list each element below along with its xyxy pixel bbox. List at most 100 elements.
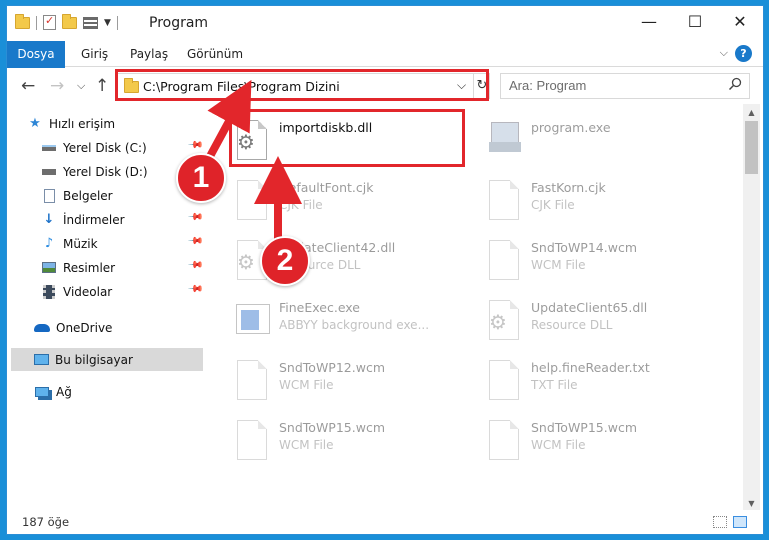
sidebar-item-quick-access[interactable]: ★ Hızlı erişim (27, 112, 203, 135)
maximize-button[interactable]: ☐ (672, 6, 718, 36)
file-item-updateclient65[interactable]: ⚙ UpdateClient65.dll Resource DLL (463, 292, 703, 348)
search-input[interactable] (509, 78, 719, 93)
separator (36, 15, 37, 30)
large-icons-view-icon[interactable] (733, 516, 747, 528)
file-name: DefaultFont.cjk (279, 180, 374, 195)
search-box[interactable] (500, 73, 750, 99)
folder-icon[interactable] (15, 13, 30, 29)
pictures-icon (41, 260, 57, 276)
sidebar-item-label: Bu bilgisayar (55, 352, 133, 367)
file-icon (233, 358, 271, 402)
file-icon (233, 418, 271, 462)
file-name: UpdateClient65.dll (531, 300, 648, 315)
file-item-sndtowp14[interactable]: SndToWP14.wcm WCM File (463, 232, 703, 288)
sidebar-item-downloads[interactable]: ↓ İndirmeler 📌 (41, 208, 204, 231)
sidebar-item-pictures[interactable]: Resimler 📌 (41, 256, 203, 279)
sidebar-item-network[interactable]: Ağ (34, 380, 203, 403)
sidebar-item-disk-c[interactable]: Yerel Disk (C:) 📌 (41, 136, 203, 159)
customize-toolbar-icon[interactable]: ▼ (104, 18, 111, 28)
file-type: WCM File (279, 378, 334, 392)
scroll-down-icon[interactable]: ▼ (743, 499, 760, 508)
cloud-icon (34, 320, 50, 336)
window-title: Program (149, 15, 209, 31)
sidebar-item-label: Resimler (63, 260, 116, 275)
tab-share[interactable]: Paylaş (130, 41, 168, 67)
recent-locations-chevron-icon[interactable]: ⌵ (77, 79, 85, 93)
file-type: Resource DLL (531, 318, 613, 332)
sidebar-item-this-pc[interactable]: Bu bilgisayar (11, 348, 203, 371)
file-item-program-exe[interactable]: program.exe (463, 112, 703, 168)
forward-arrow-icon[interactable]: → (50, 76, 64, 96)
vertical-scrollbar[interactable]: ▲ ▼ (743, 104, 760, 510)
file-item-defaultfont[interactable]: DefaultFont.cjk CJK File (211, 172, 451, 228)
status-bar: 187 öğe (7, 510, 763, 534)
help-icon[interactable]: ? (735, 45, 752, 62)
network-icon (34, 384, 50, 400)
properties-icon[interactable] (43, 14, 56, 30)
up-arrow-icon[interactable]: ↑ (95, 76, 109, 96)
step-2-badge: 2 (260, 236, 310, 286)
title-bar: ▼ Program — ☐ ✕ (7, 6, 763, 40)
ribbon: Dosya Giriş Paylaş Görünüm ⌵ ? (7, 41, 763, 97)
scroll-thumb[interactable] (745, 121, 758, 174)
videos-icon (41, 284, 57, 300)
file-icon (485, 418, 523, 462)
drive-icon (41, 140, 57, 156)
sidebar-item-label: Ağ (56, 384, 72, 399)
quick-access-toolbar: ▼ (15, 13, 118, 30)
new-folder-icon[interactable] (62, 13, 77, 29)
sidebar-item-label: Hızlı erişim (49, 116, 116, 131)
minimize-button[interactable]: — (626, 6, 672, 36)
item-count: 187 öğe (22, 515, 70, 529)
details-view-icon[interactable] (713, 516, 727, 528)
file-name: SndToWP12.wcm (279, 360, 385, 375)
file-name: SndToWP14.wcm (531, 240, 637, 255)
file-type: ABBYY background exe... (279, 318, 430, 332)
sidebar-item-label: Videolar (63, 284, 113, 299)
sidebar-item-label: İndirmeler (63, 212, 125, 227)
file-item-fineexec[interactable]: FineExec.exe ABBYY background exe... (211, 292, 451, 348)
file-item-fastkorn[interactable]: FastKorn.cjk CJK File (463, 172, 703, 228)
sidebar-item-label: OneDrive (56, 320, 113, 335)
exe-icon (485, 118, 523, 162)
pin-icon[interactable]: 📌 (186, 257, 203, 274)
pin-icon[interactable]: 📌 (186, 209, 203, 226)
file-name: FineExec.exe (279, 300, 360, 315)
file-name: program.exe (531, 120, 611, 135)
file-name: help.fineReader.txt (531, 360, 650, 375)
star-icon: ★ (29, 116, 41, 131)
back-arrow-icon[interactable]: ← (21, 76, 35, 96)
downloads-icon: ↓ (43, 212, 55, 227)
file-item-help-finereader[interactable]: help.fineReader.txt TXT File (463, 352, 703, 408)
tab-home[interactable]: Giriş (81, 41, 108, 67)
file-icon (485, 358, 523, 402)
file-item-sndtowp15-b[interactable]: SndToWP15.wcm WCM File (463, 412, 703, 468)
file-highlight (229, 109, 465, 167)
sidebar-item-onedrive[interactable]: OneDrive (34, 316, 203, 339)
pin-icon[interactable]: 📌 (186, 233, 203, 250)
dll-icon: ⚙ (485, 298, 523, 342)
file-type: CJK File (531, 198, 575, 212)
file-name: SndToWP15.wcm (279, 420, 385, 435)
view-icon[interactable] (83, 16, 98, 29)
file-item-sndtowp12[interactable]: SndToWP12.wcm WCM File (211, 352, 451, 408)
file-item-sndtowp15[interactable]: SndToWP15.wcm WCM File (211, 412, 451, 468)
close-button[interactable]: ✕ (717, 6, 763, 36)
sidebar-item-label: Müzik (63, 236, 98, 251)
scroll-up-icon[interactable]: ▲ (743, 108, 760, 117)
expand-ribbon-icon[interactable]: ⌵ (720, 46, 728, 60)
search-icon[interactable] (728, 77, 742, 91)
pin-icon[interactable]: 📌 (186, 137, 203, 154)
sidebar-item-label: Yerel Disk (D:) (63, 164, 148, 179)
pin-icon[interactable]: 📌 (186, 281, 203, 298)
file-type: WCM File (279, 438, 334, 452)
file-type: WCM File (531, 438, 586, 452)
file-item-updateclient42[interactable]: ⚙ UpdateClient42.dll Resource DLL (211, 232, 451, 288)
drive-icon (41, 164, 57, 180)
sidebar-item-videos[interactable]: Videolar 📌 (41, 280, 203, 303)
file-icon (485, 178, 523, 222)
sidebar-item-music[interactable]: ♪ Müzik 📌 (41, 232, 203, 255)
documents-icon (41, 188, 57, 204)
tab-view[interactable]: Görünüm (187, 41, 243, 67)
sidebar-item-label: Yerel Disk (C:) (63, 140, 147, 155)
